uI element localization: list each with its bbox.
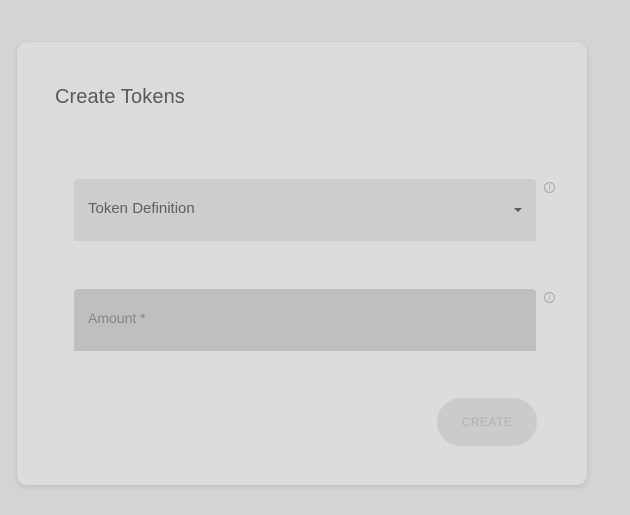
create-button[interactable]: CREATE	[437, 398, 537, 446]
token-definition-select[interactable]: Token Definition	[74, 179, 536, 241]
info-icon[interactable]: i	[544, 292, 555, 303]
amount-input[interactable]: Amount *	[74, 289, 536, 351]
card-title: Create Tokens	[55, 86, 185, 108]
chevron-down-icon[interactable]	[514, 208, 522, 212]
create-tokens-card: Create Tokens Token Definition i Amount …	[17, 42, 587, 485]
info-icon[interactable]: i	[544, 182, 555, 193]
amount-placeholder: Amount *	[88, 310, 146, 326]
token-definition-label: Token Definition	[88, 200, 195, 217]
